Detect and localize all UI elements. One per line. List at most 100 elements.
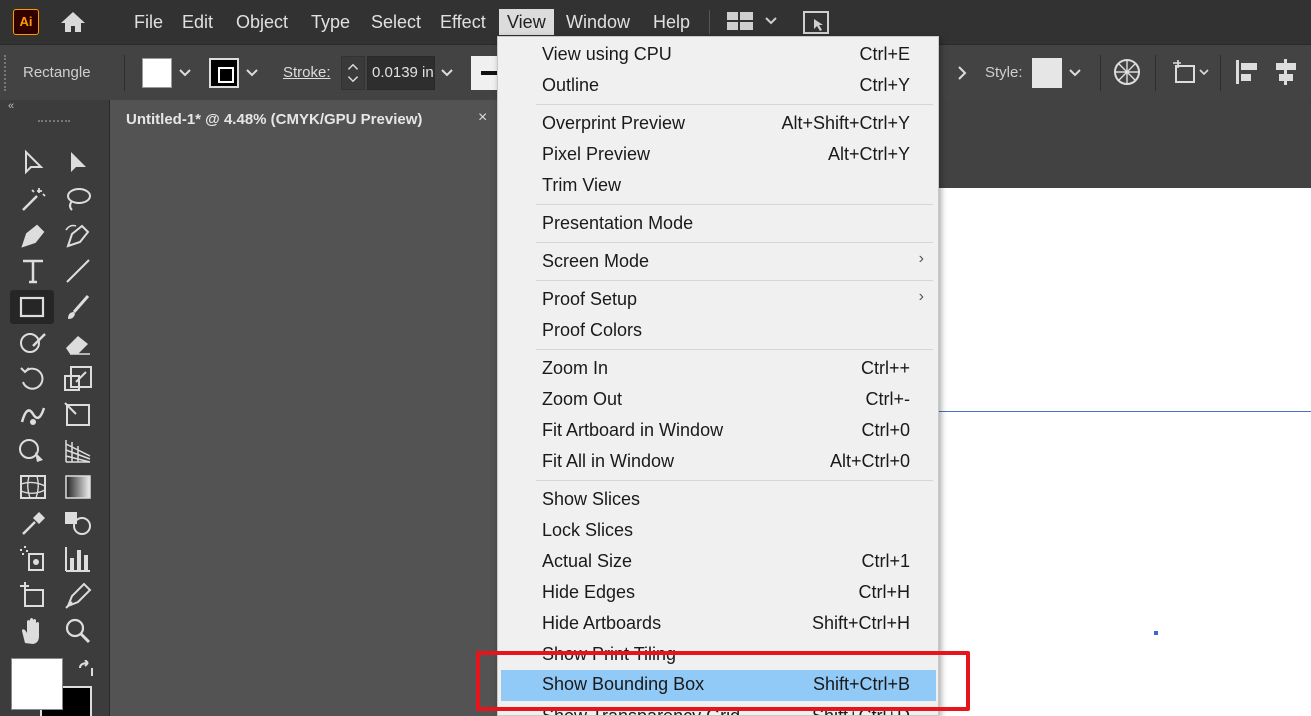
menu-item-shortcut: Alt+Ctrl+0 [829,451,910,471]
free-transform-tool-icon[interactable] [62,400,94,430]
shaper-tool-icon[interactable] [17,328,49,358]
rotate-tool-icon[interactable] [17,364,49,394]
menu-item-view-using-cpu[interactable]: View using CPU Ctrl+E [501,40,936,71]
column-graph-tool-icon[interactable] [62,544,94,574]
artboard[interactable] [938,188,1311,716]
collapse-panel-icon[interactable]: « [8,100,14,112]
menu-item-zoom-in[interactable]: Zoom In Ctrl++ [501,354,936,385]
menu-item-label: Proof Setup [542,289,638,309]
menu-item-hide-edges[interactable]: Hide Edges Ctrl+H [501,578,936,609]
shape-builder-tool-icon[interactable] [17,436,49,466]
divider [124,55,125,91]
type-tool-icon[interactable] [17,256,49,286]
rectangle-tool-button[interactable] [10,290,54,324]
gradient-tool-icon[interactable] [62,472,94,502]
menu-item-shortcut: Ctrl+0 [861,420,910,440]
stroke-swatch[interactable] [209,58,239,88]
menu-item-lock-slices[interactable]: Lock Slices [501,516,936,547]
direct-selection-tool-icon[interactable] [62,148,94,178]
line-segment-tool-icon[interactable] [62,256,94,286]
menu-type[interactable]: Type [311,11,350,35]
view-menu-dropdown: View using CPU Ctrl+E Outline Ctrl+Y Overp… [497,36,939,716]
menu-file[interactable]: File [134,11,163,35]
close-tab-icon[interactable]: × [478,109,487,127]
menu-item-label: Lock Slices [542,520,634,540]
menu-view[interactable]: View [499,9,554,35]
menu-item-hide-artboards[interactable]: Hide Artboards Shift+Ctrl+H [501,609,936,640]
selection-tool-icon[interactable] [17,148,49,178]
control-bar-grip[interactable] [4,55,7,91]
tools-panel-grip[interactable] [38,120,70,124]
swap-fill-stroke-icon[interactable] [76,660,96,680]
menu-item-outline[interactable]: Outline Ctrl+Y [501,71,936,102]
menu-item-show-slices[interactable]: Show Slices [501,485,936,516]
home-icon[interactable] [59,10,87,34]
arrange-documents-icon[interactable] [803,11,829,35]
eraser-tool-icon[interactable] [62,328,94,358]
paintbrush-tool-icon[interactable] [62,292,94,322]
stroke-stepper[interactable] [341,56,365,90]
menu-select[interactable]: Select [371,11,421,35]
menu-item-screen-mode[interactable]: Screen Mode › [501,247,936,278]
menu-item-pixel-preview[interactable]: Pixel Preview Alt+Ctrl+Y [501,140,936,171]
scale-tool-icon[interactable] [62,364,94,394]
menu-item-label: Pixel Preview [542,144,651,164]
stroke-label[interactable]: Stroke: [283,64,331,81]
anchor-point[interactable] [1154,631,1158,635]
artboard-tool-icon[interactable] [17,580,49,610]
tools-panel: « [0,100,110,716]
menu-item-fit-all-in-window[interactable]: Fit All in Window Alt+Ctrl+0 [501,447,936,478]
menu-separator [536,349,933,350]
menu-help[interactable]: Help [653,11,690,35]
workspace-icon[interactable] [727,12,753,32]
menu-item-presentation-mode[interactable]: Presentation Mode [501,209,936,240]
curvature-tool-icon[interactable] [62,220,94,250]
menu-item-label: Proof Colors [542,320,643,340]
menu-edit[interactable]: Edit [182,11,213,35]
selected-path-line[interactable] [938,411,1311,412]
pen-tool-icon[interactable] [17,220,49,250]
style-dropdown-icon[interactable] [1065,58,1085,88]
menu-item-fit-artboard-in-window[interactable]: Fit Artboard in Window Ctrl+0 [501,416,936,447]
menu-window[interactable]: Window [566,11,630,35]
stroke-profile[interactable] [471,56,497,90]
menu-item-trim-view[interactable]: Trim View [501,171,936,202]
fill-swatch[interactable] [142,58,172,88]
menu-item-proof-colors[interactable]: Proof Colors [501,316,936,347]
zoom-tool-icon[interactable] [62,616,94,646]
menu-item-actual-size[interactable]: Actual Size Ctrl+1 [501,547,936,578]
tab-strip-background [938,100,1311,188]
menu-effect[interactable]: Effect [440,11,486,35]
magic-wand-tool-icon[interactable] [17,184,49,214]
fill-dropdown-icon[interactable] [175,58,195,88]
menu-item-proof-setup[interactable]: Proof Setup › [501,285,936,316]
menu-item-zoom-out[interactable]: Zoom Out Ctrl+- [501,385,936,416]
menu-item-overprint-preview[interactable]: Overprint Preview Alt+Shift+Ctrl+Y [501,109,936,140]
align-center-icon[interactable] [1273,58,1299,86]
eyedropper-tool-icon[interactable] [17,508,49,538]
menu-item-label: Fit All in Window [542,451,675,471]
style-label: Style: [985,64,1023,81]
fill-color-box[interactable] [11,658,63,710]
warp-tool-icon[interactable] [17,400,49,430]
stroke-weight-dropdown-icon[interactable] [437,58,457,88]
align-left-icon[interactable] [1234,58,1260,86]
chevron-down-icon[interactable] [764,14,778,28]
lasso-tool-icon[interactable] [62,184,94,214]
perspective-grid-tool-icon[interactable] [62,436,94,466]
blend-tool-icon[interactable] [62,508,94,538]
graphic-style-swatch[interactable] [1032,58,1062,88]
stroke-dropdown-icon[interactable] [242,58,262,88]
menu-item-shortcut: Alt+Ctrl+Y [827,144,910,164]
mesh-tool-icon[interactable] [17,472,49,502]
slice-tool-icon[interactable] [62,580,94,610]
transform-icon[interactable] [1172,58,1212,86]
menu-object[interactable]: Object [236,11,288,35]
chevron-right-icon[interactable] [953,59,971,87]
current-tool-name: Rectangle [23,64,91,81]
symbol-sprayer-tool-icon[interactable] [17,544,49,574]
hand-tool-icon[interactable] [17,616,49,646]
stroke-weight-input[interactable]: 0.0139 in [367,56,435,90]
document-tab[interactable]: Untitled-1* @ 4.48% (CMYK/GPU Preview) × [112,100,498,140]
recolor-artwork-icon[interactable] [1113,58,1141,86]
